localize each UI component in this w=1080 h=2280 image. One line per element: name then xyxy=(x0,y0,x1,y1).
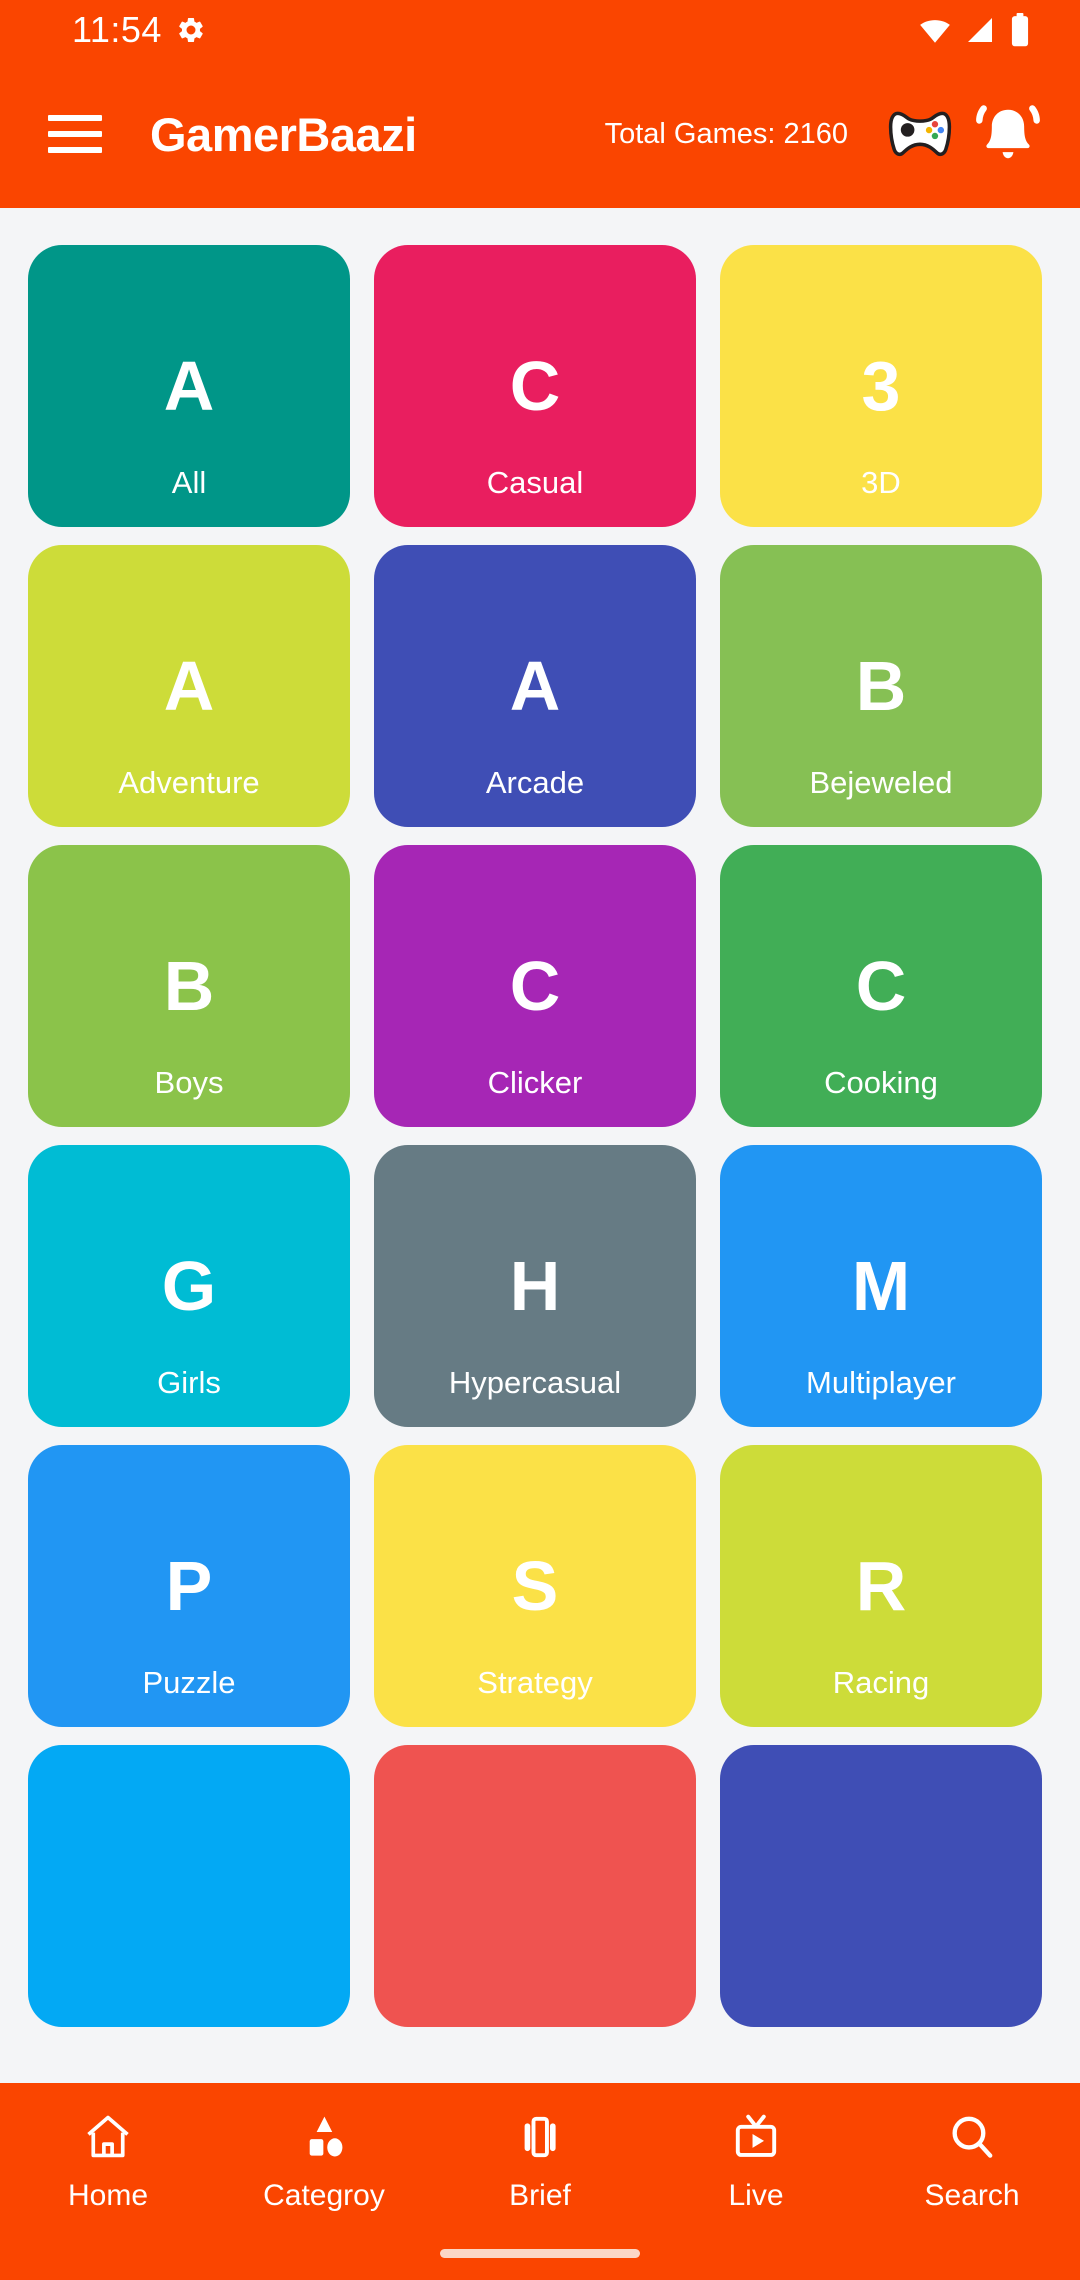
battery-icon xyxy=(1008,13,1032,47)
gamepad-icon[interactable] xyxy=(880,94,960,174)
category-tile[interactable]: 3 3D xyxy=(720,245,1042,527)
category-tile[interactable]: H Hypercasual xyxy=(374,1145,696,1427)
category-tile-letter: 3 xyxy=(861,347,901,425)
category-tile-label: Cooking xyxy=(824,1065,938,1100)
category-tile-letter: B xyxy=(855,647,907,725)
category-tile-letter: R xyxy=(855,1547,907,1625)
category-tile-letter: A xyxy=(509,647,561,725)
wifi-icon xyxy=(918,13,952,47)
bottom-nav-item-categroy[interactable]: Categroy xyxy=(249,2107,399,2213)
category-tile[interactable]: B Boys xyxy=(28,845,350,1127)
category-tile-letter: H xyxy=(509,1247,561,1325)
category-tile[interactable]: A Adventure xyxy=(28,545,350,827)
category-grid-scroll[interactable]: A All C Casual 3 3D A Adventure A Arcade B Bejewele… xyxy=(0,208,1080,2083)
gesture-home-indicator[interactable] xyxy=(440,2249,640,2258)
category-tile[interactable] xyxy=(374,1745,696,2027)
hamburger-menu-icon[interactable] xyxy=(48,115,102,153)
category-tile-letter: A xyxy=(163,347,215,425)
category-tile-letter: C xyxy=(509,347,561,425)
signal-icon xyxy=(964,14,996,46)
category-tile-label: Boys xyxy=(154,1065,224,1100)
category-tile[interactable]: C Casual xyxy=(374,245,696,527)
category-tile-label: Puzzle xyxy=(142,1665,236,1700)
app-bar: GamerBaazi Total Games: 2160 xyxy=(0,60,1080,208)
category-tile[interactable]: M Multiplayer xyxy=(720,1145,1042,1427)
gear-icon xyxy=(176,15,206,45)
tv-icon xyxy=(730,2107,782,2167)
category-tile[interactable] xyxy=(28,1745,350,2027)
category-tile-letter: M xyxy=(851,1247,911,1325)
bottom-nav-label: Home xyxy=(67,2179,149,2212)
bottom-nav-item-brief[interactable]: Brief xyxy=(465,2107,615,2213)
category-tile[interactable]: C Clicker xyxy=(374,845,696,1127)
category-tile-label: Casual xyxy=(486,465,584,500)
bottom-nav-label: Search xyxy=(924,2179,1020,2212)
bottom-nav-label: Live xyxy=(728,2179,784,2212)
shapes-icon xyxy=(298,2107,350,2167)
app-screen: 11:54 GamerBaazi Total Games: 2160 A All… xyxy=(0,0,1080,2280)
category-tile[interactable]: A Arcade xyxy=(374,545,696,827)
category-tile-label: All xyxy=(171,465,207,500)
category-tile-label: Arcade xyxy=(485,765,585,800)
category-tile-label: 3D xyxy=(861,465,901,500)
category-tile[interactable]: S Strategy xyxy=(374,1445,696,1727)
category-tile[interactable]: P Puzzle xyxy=(28,1445,350,1727)
category-tile-label: Girls xyxy=(157,1365,221,1400)
category-tile-label: Hypercasual xyxy=(448,1365,622,1400)
bottom-nav-item-live[interactable]: Live xyxy=(681,2107,831,2213)
status-bar-clock: 11:54 xyxy=(72,9,162,50)
app-title: GamerBaazi xyxy=(150,107,417,161)
status-bar-left: 11:54 xyxy=(0,9,206,51)
bottom-nav-item-search[interactable]: Search xyxy=(897,2107,1047,2213)
app-bar-actions: Total Games: 2160 xyxy=(605,86,1080,182)
category-tile-letter: P xyxy=(165,1547,213,1625)
category-tile-label: Bejeweled xyxy=(809,765,953,800)
category-tile[interactable]: G Girls xyxy=(28,1145,350,1427)
category-tile[interactable]: C Cooking xyxy=(720,845,1042,1127)
category-tile-letter: C xyxy=(509,947,561,1025)
category-tile-letter: B xyxy=(163,947,215,1025)
category-grid: A All C Casual 3 3D A Adventure A Arcade B Bejewele… xyxy=(0,208,1080,2027)
status-bar: 11:54 xyxy=(0,0,1080,60)
carousel-icon xyxy=(514,2107,566,2167)
category-tile-letter: C xyxy=(855,947,907,1025)
category-tile-letter: A xyxy=(163,647,215,725)
category-tile-letter: S xyxy=(511,1547,559,1625)
notification-bell-icon[interactable] xyxy=(960,86,1056,182)
category-tile-label: Multiplayer xyxy=(806,1365,956,1400)
category-tile-label: Clicker xyxy=(487,1065,583,1100)
search-icon xyxy=(946,2107,998,2167)
category-tile-label: Adventure xyxy=(118,765,260,800)
total-games-label: Total Games: 2160 xyxy=(604,117,848,150)
category-tile[interactable]: A All xyxy=(28,245,350,527)
category-tile[interactable] xyxy=(720,1745,1042,2027)
category-tile-letter: G xyxy=(161,1247,217,1325)
category-tile-label: Racing xyxy=(832,1665,930,1700)
category-tile[interactable]: B Bejeweled xyxy=(720,545,1042,827)
home-icon xyxy=(82,2107,134,2167)
bottom-nav-label: Categroy xyxy=(263,2179,385,2212)
bottom-nav-label: Brief xyxy=(509,2179,571,2212)
status-bar-right xyxy=(918,13,1052,47)
category-tile-label: Strategy xyxy=(477,1665,593,1700)
category-tile[interactable]: R Racing xyxy=(720,1445,1042,1727)
bottom-nav-item-home[interactable]: Home xyxy=(33,2107,183,2213)
